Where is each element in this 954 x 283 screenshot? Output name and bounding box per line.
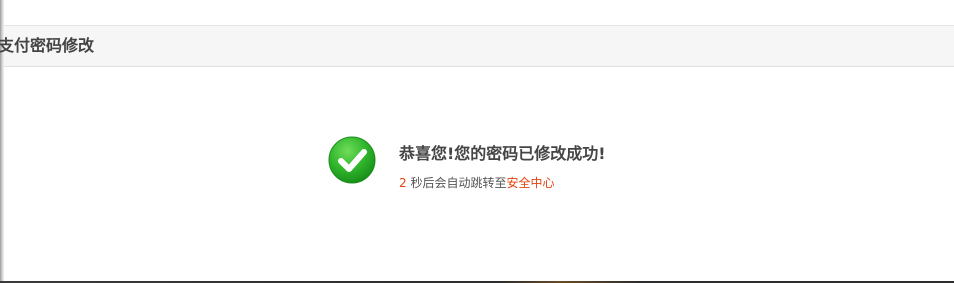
panel-header: 支付密码修改 [0,26,954,67]
success-title: 恭喜您!您的密码已修改成功! [399,144,606,163]
success-message-block: 恭喜您!您的密码已修改成功! 2 秒后会自动跳转至安全中心 [328,136,728,196]
countdown-seconds: 2 [399,176,407,190]
security-center-link[interactable]: 安全中心 [506,176,554,190]
password-change-panel: 支付密码修改 恭喜您!您的密码已修改成功! 2 秒后会自动跳转至安全中心 [0,25,954,282]
redirect-text: 秒后会自动跳转至 [406,176,507,190]
redirect-notice: 2 秒后会自动跳转至安全中心 [399,175,554,191]
panel-title: 支付密码修改 [0,36,95,55]
page: 支付密码修改 恭喜您!您的密码已修改成功! 2 秒后会自动跳转至安全中心 [0,0,954,283]
check-circle-icon [328,136,376,184]
